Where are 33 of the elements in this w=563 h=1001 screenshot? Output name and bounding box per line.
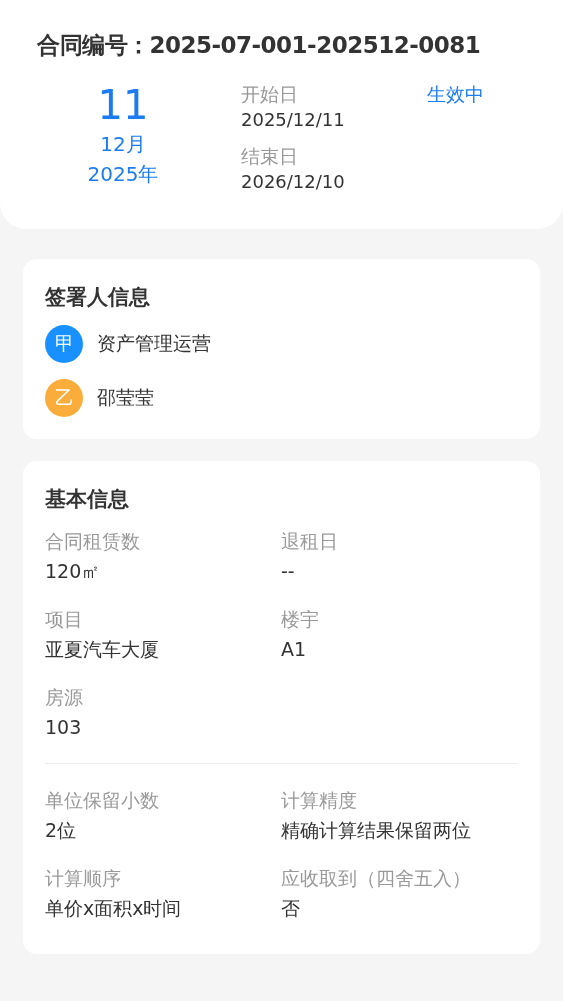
end-date-label: 结束日 <box>241 144 299 169</box>
field-value: 亚夏汽车大厦 <box>45 637 160 662</box>
field-value: -- <box>281 559 296 584</box>
contract-number: 合同编号：2025-07-001-202512-0081 <box>37 31 482 60</box>
field-label: 楼宇 <box>281 607 320 632</box>
start-day: 11 <box>97 81 149 129</box>
field-label: 退租日 <box>281 529 339 554</box>
field-label: 计算精度 <box>281 788 358 813</box>
section-title: 签署人信息 <box>45 284 151 311</box>
field-value: 单价x面积x时间 <box>45 896 183 921</box>
field-label: 计算顺序 <box>45 866 122 891</box>
field-value: 否 <box>281 896 301 921</box>
signer-name: 邵莹莹 <box>97 385 154 410</box>
signer-name: 资产管理运营 <box>97 331 211 356</box>
status-label: 生效中 <box>427 82 484 107</box>
start-year: 2025年 <box>87 161 159 188</box>
field-value: 精确计算结果保留两位 <box>281 818 472 843</box>
party-badge: 乙 <box>45 379 83 417</box>
party-badge: 甲 <box>45 325 83 363</box>
field-label: 应收取到（四舍五入） <box>281 866 472 891</box>
field-value: A1 <box>281 637 308 662</box>
field-label: 单位保留小数 <box>45 788 160 813</box>
field-label: 房源 <box>45 685 84 710</box>
field-value: 120㎡ <box>45 559 102 584</box>
field-value: 103 <box>45 715 83 740</box>
start-month: 12月 <box>100 131 146 158</box>
end-date: 2026/12/10 <box>241 170 346 194</box>
field-label: 项目 <box>45 607 84 632</box>
section-title: 基本信息 <box>45 486 130 513</box>
field-label: 合同租赁数 <box>45 529 141 554</box>
field-value: 2位 <box>45 818 78 843</box>
start-date: 2025/12/11 <box>241 108 346 132</box>
start-date-label: 开始日 <box>241 82 299 107</box>
